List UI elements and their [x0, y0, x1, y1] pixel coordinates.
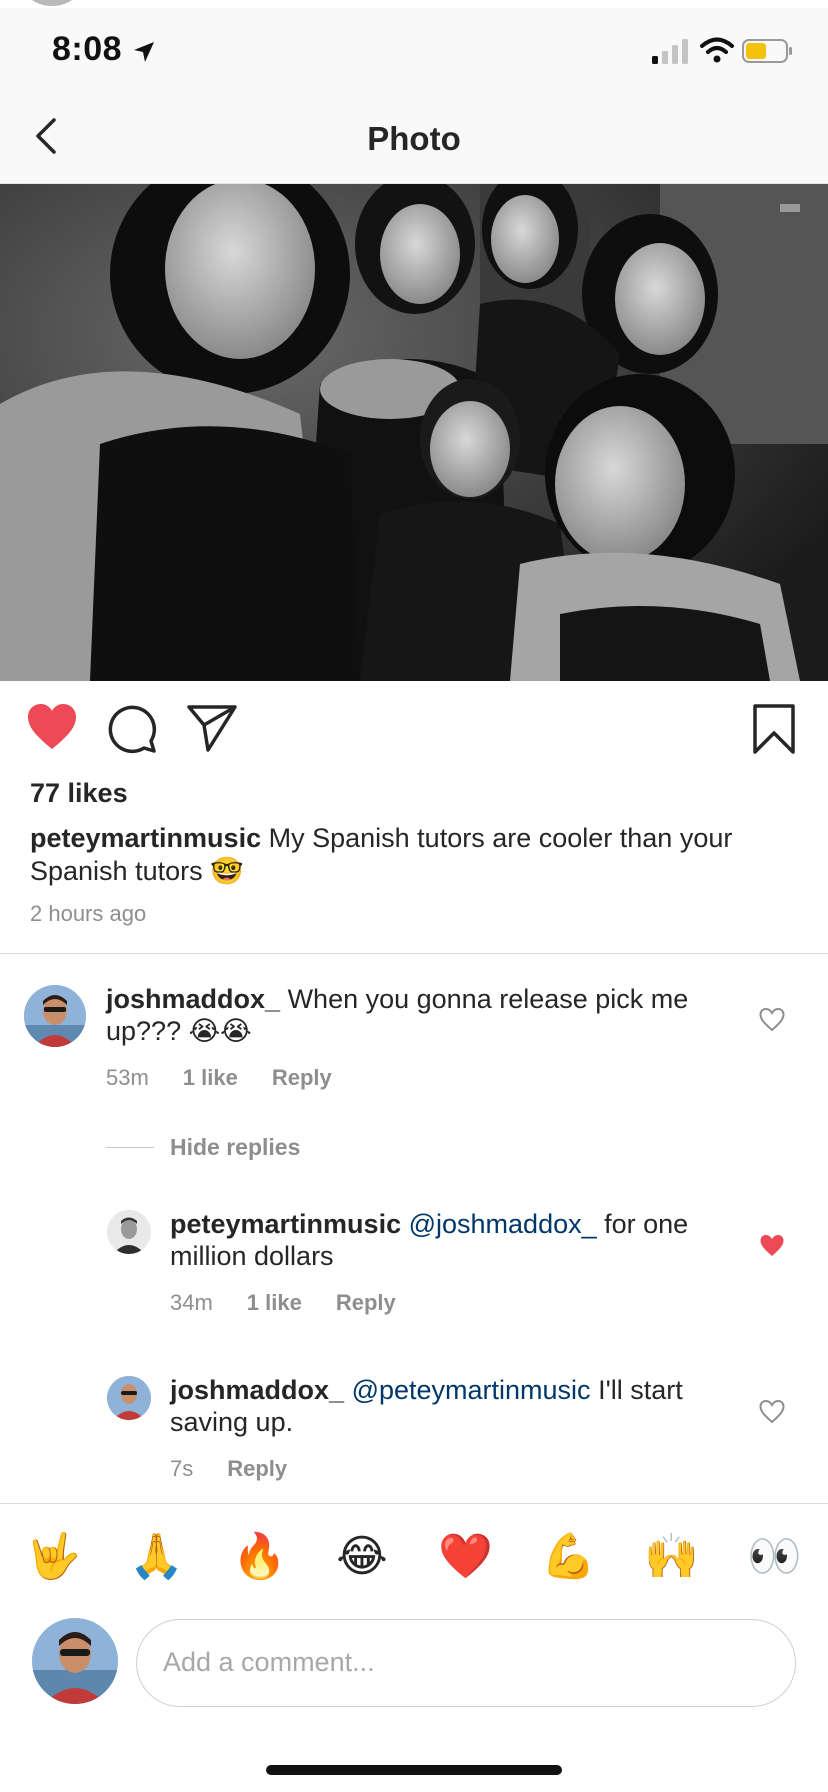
post-photo[interactable]: [0, 184, 828, 681]
add-comment-box: [136, 1619, 796, 1707]
battery-icon: [742, 39, 792, 63]
caption-username[interactable]: peteymartinmusic: [30, 823, 261, 853]
emoji-fire[interactable]: 🔥: [232, 1530, 287, 1584]
reply-mention[interactable]: @joshmaddox_: [409, 1209, 597, 1239]
reply-time: 34m: [170, 1290, 213, 1315]
page-title: Photo: [367, 120, 461, 157]
share-icon[interactable]: [186, 703, 238, 753]
comment-meta: 53m 1 like Reply: [106, 1065, 332, 1091]
previous-avatar: [22, 0, 82, 6]
current-user-avatar: [32, 1618, 118, 1704]
divider: [0, 953, 828, 954]
avatar[interactable]: [107, 1210, 151, 1254]
reply-button[interactable]: Reply: [272, 1065, 332, 1091]
reply-text: joshmaddox_ @peteymartinmusic I'll start…: [170, 1374, 710, 1438]
emoji-eyes[interactable]: 👀: [747, 1530, 802, 1584]
avatar[interactable]: [24, 985, 86, 1047]
divider: [106, 1147, 154, 1148]
reply-meta: 34m 1 like Reply: [170, 1290, 396, 1316]
reply-likes[interactable]: 1 like: [247, 1290, 302, 1316]
status-time: 8:08: [52, 30, 123, 68]
likes-count[interactable]: 77 likes: [30, 778, 128, 809]
comment-likes[interactable]: 1 like: [183, 1065, 238, 1091]
home-indicator[interactable]: [266, 1765, 562, 1775]
group-selfie-image: [0, 184, 828, 681]
reply-username[interactable]: joshmaddox_: [170, 1375, 344, 1405]
hide-replies-label: Hide replies: [170, 1134, 301, 1160]
post-caption: peteymartinmusic My Spanish tutors are c…: [30, 822, 800, 888]
emoji-raising-hands[interactable]: 🙌: [644, 1530, 699, 1584]
wifi-icon: [700, 37, 734, 63]
bookmark-icon[interactable]: [750, 703, 798, 755]
hide-replies-button[interactable]: Hide replies: [106, 1134, 300, 1161]
comment-username[interactable]: joshmaddox_: [106, 984, 280, 1014]
emoji-folded-hands[interactable]: 🙏: [129, 1530, 184, 1584]
cellular-signal-icon: [652, 39, 688, 64]
reply-username[interactable]: peteymartinmusic: [170, 1209, 401, 1239]
status-bar: 8:08: [0, 8, 828, 92]
reply-text: peteymartinmusic @joshmaddox_ for one mi…: [170, 1208, 710, 1272]
emoji-quick-bar: 🤟 🙏 🔥 😂 ❤️ 💪 🙌 👀: [0, 1530, 828, 1590]
reply-meta: 7s Reply: [170, 1456, 287, 1482]
comment-text: joshmaddox_ When you gonna release pick …: [106, 983, 706, 1047]
heart-outline-icon[interactable]: [759, 1400, 785, 1424]
heart-outline-icon[interactable]: [759, 1008, 785, 1032]
previous-screen-strip: [0, 0, 828, 8]
reply-time: 7s: [170, 1456, 194, 1481]
post-timestamp: 2 hours ago: [30, 901, 147, 926]
emoji-flexed-biceps[interactable]: 💪: [541, 1530, 596, 1584]
comment-icon[interactable]: [106, 703, 158, 755]
heart-filled-icon[interactable]: [26, 703, 78, 751]
heart-filled-icon[interactable]: [759, 1234, 785, 1258]
nav-bar: Photo: [0, 92, 828, 184]
reply-button[interactable]: Reply: [227, 1456, 287, 1482]
location-arrow-icon: [134, 42, 154, 62]
comment-time: 53m: [106, 1065, 149, 1090]
emoji-love-you-gesture[interactable]: 🤟: [26, 1530, 81, 1584]
emoji-tears-of-joy[interactable]: 😂: [335, 1530, 389, 1584]
reply-mention[interactable]: @peteymartinmusic: [352, 1375, 591, 1405]
avatar[interactable]: [107, 1376, 151, 1420]
emoji-red-heart[interactable]: ❤️: [438, 1530, 493, 1584]
post-actions: [0, 681, 828, 781]
divider: [0, 1503, 828, 1504]
add-comment-input[interactable]: [163, 1642, 763, 1682]
reply-button[interactable]: Reply: [336, 1290, 396, 1316]
